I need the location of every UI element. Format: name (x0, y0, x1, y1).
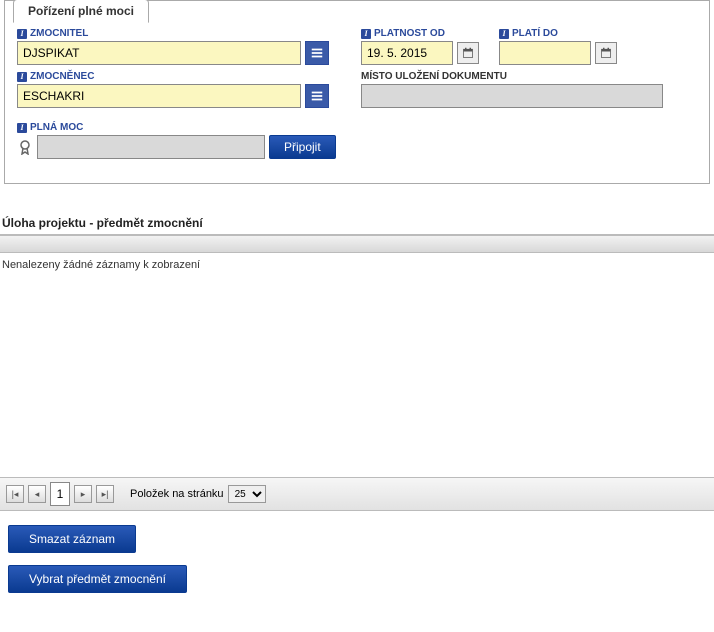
platnostod-date-button[interactable] (457, 42, 479, 64)
grid-header (0, 235, 714, 253)
mistoulozeni-input[interactable] (361, 84, 663, 108)
platnostod-input[interactable] (361, 41, 453, 65)
platido-date-button[interactable] (595, 42, 617, 64)
platido-input[interactable] (499, 41, 591, 65)
pager-pagesize-select[interactable]: 25 (228, 485, 266, 503)
grid-empty-message: Nenalezeny žádné záznamy k zobrazení (0, 253, 714, 277)
pager-bar: |◂ ◂ ▸ ▸| Položek na stránku 25 (0, 477, 714, 511)
platnostod-label: iPLATNOST OD (361, 28, 479, 39)
info-icon: i (361, 29, 371, 39)
delete-record-button[interactable]: Smazat záznam (8, 525, 136, 553)
zmocnenec-lookup-button[interactable] (305, 84, 329, 108)
select-subject-button[interactable]: Vybrat předmět zmocnění (8, 565, 187, 593)
zmocnenec-input[interactable] (17, 84, 301, 108)
platido-label: iPLATÍ DO (499, 28, 617, 39)
zmocnitel-input[interactable] (17, 41, 301, 65)
info-icon: i (17, 29, 27, 39)
pager-items-label: Položek na stránku (130, 488, 224, 500)
pager-first-button[interactable]: |◂ (6, 485, 24, 503)
info-icon: i (17, 123, 27, 133)
calendar-icon (462, 47, 474, 59)
pager-next-button[interactable]: ▸ (74, 485, 92, 503)
pager-prev-button[interactable]: ◂ (28, 485, 46, 503)
zmocnitel-label: iZMOCNITEL (17, 28, 337, 39)
mistoulozeni-label: MÍSTO ULOŽENÍ DOKUMENTU (361, 71, 697, 82)
pager-last-button[interactable]: ▸| (96, 485, 114, 503)
info-icon: i (499, 29, 509, 39)
zmocnitel-lookup-button[interactable] (305, 41, 329, 65)
info-icon: i (17, 72, 27, 82)
plnamoc-label: iPLNÁ MOC (17, 122, 337, 133)
section-title: Úloha projektu - předmět zmocnění (0, 212, 714, 235)
pripojit-button[interactable]: Připojit (269, 135, 336, 159)
ribbon-icon (17, 139, 33, 155)
panel-title-tab: Pořízení plné moci (13, 0, 149, 23)
plnamoc-input[interactable] (37, 135, 265, 159)
pager-page-input[interactable] (50, 482, 70, 506)
list-icon (310, 46, 324, 60)
zmocnenec-label: iZMOCNĚNEC (17, 71, 337, 82)
list-icon (310, 89, 324, 103)
main-panel: Pořízení plné moci iZMOCNITEL iZMOCNĚNEC (4, 0, 710, 184)
calendar-icon (600, 47, 612, 59)
